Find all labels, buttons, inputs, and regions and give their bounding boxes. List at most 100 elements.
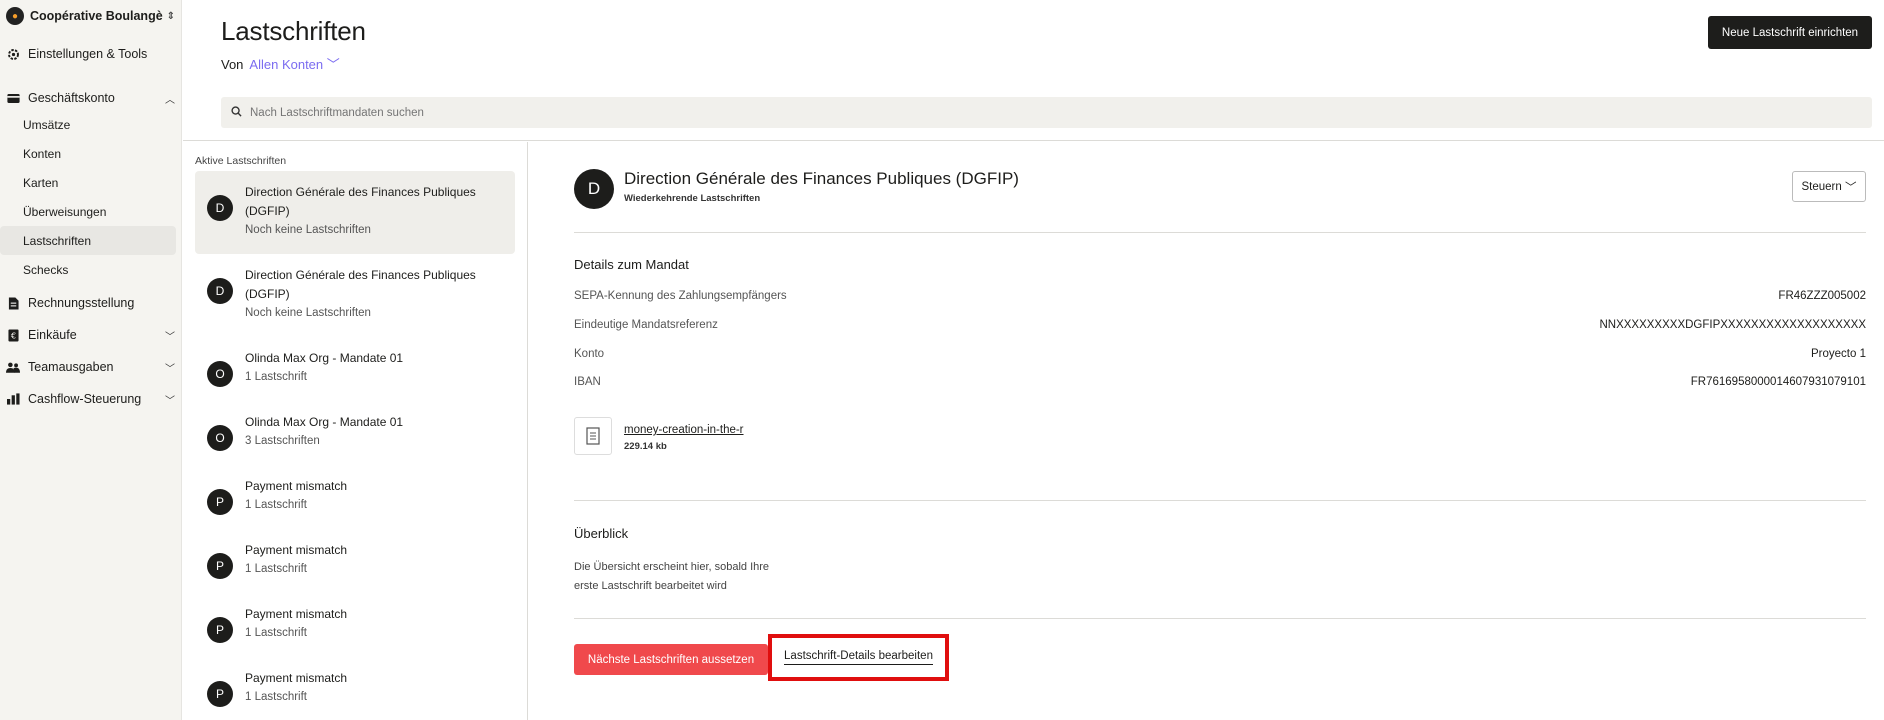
item-status: Noch keine Lastschriften xyxy=(245,224,371,236)
chevron-down-icon: ﹀ xyxy=(165,331,175,343)
detail-key: IBAN xyxy=(574,376,601,388)
avatar: O xyxy=(207,361,233,387)
item-status: Noch keine Lastschriften xyxy=(245,307,371,319)
avatar: D xyxy=(207,278,233,304)
org-name: Coopérative Boulangèr... xyxy=(30,9,163,23)
search-input[interactable] xyxy=(250,106,750,119)
sidebar-item-purchases[interactable]: € Einkäufe ﹀ xyxy=(0,319,181,351)
item-name: Payment mismatch xyxy=(245,479,348,493)
attachment-size: 229.14 kb xyxy=(624,441,667,452)
list-item[interactable]: D Direction Générale des Finances Publiq… xyxy=(195,171,515,254)
detail-key: Konto xyxy=(574,348,605,360)
sidebar-item-label: Einkäufe xyxy=(28,328,77,342)
detail-value: FR7616958000014607931079101 xyxy=(1690,376,1866,388)
from-label: Von xyxy=(221,57,244,72)
overview-title: Überblick xyxy=(574,526,629,541)
list-item[interactable]: O Olinda Max Org - Mandate 01 3 Lastschri… xyxy=(195,401,515,465)
divider xyxy=(574,232,1866,233)
account-filter-dropdown[interactable]: Allen Konten ﹀ xyxy=(249,57,339,72)
sidebar-item-direct-debits[interactable]: Lastschriften xyxy=(0,226,176,255)
highlight-box: Lastschrift-Details bearbeiten xyxy=(768,634,949,681)
divider xyxy=(574,500,1866,501)
file-icon[interactable] xyxy=(574,417,612,455)
item-name: Direction Générale des Finances Publique… xyxy=(245,185,476,218)
overview-text: Die Übersicht erscheint hier, sobald Ihr… xyxy=(574,561,770,592)
detail-row: IBAN FR7616958000014607931079101 xyxy=(574,376,1866,388)
document-icon xyxy=(6,296,20,310)
sidebar-item-settings[interactable]: Einstellungen & Tools xyxy=(0,42,181,66)
item-name: Payment mismatch xyxy=(245,607,348,621)
sidebar-item-cashflow[interactable]: Cashflow-Steuerung ﹀ xyxy=(0,383,181,415)
mandate-details-title: Details zum Mandat xyxy=(574,257,689,272)
sidebar-item-business[interactable]: Geschäftskonto ︿ xyxy=(0,86,181,110)
sidebar-item-accounts[interactable]: Konten xyxy=(0,139,181,168)
search-bar[interactable] xyxy=(221,97,1872,128)
sidebar-item-label: Teamausgaben xyxy=(28,360,114,374)
sidebar: ● Coopérative Boulangèr... ⇕ Einstellung… xyxy=(0,0,182,720)
org-switcher[interactable]: ● Coopérative Boulangèr... ⇕ xyxy=(0,0,181,32)
search-icon xyxy=(231,104,242,122)
item-status: 1 Lastschrift xyxy=(245,563,307,575)
list-item[interactable]: P Payment mismatch 1 Lastschrift xyxy=(195,657,515,720)
new-direct-debit-button[interactable]: Neue Lastschrift einrichten xyxy=(1708,16,1872,49)
avatar: P xyxy=(207,617,233,643)
card-icon xyxy=(6,91,20,105)
item-name: Direction Générale des Finances Publique… xyxy=(245,268,476,301)
chevron-updown-icon: ⇕ xyxy=(166,10,175,22)
account-filter-value: Allen Konten xyxy=(249,57,324,72)
pause-direct-debits-button[interactable]: Nächste Lastschriften aussetzen xyxy=(574,644,768,675)
avatar: P xyxy=(207,553,233,579)
list-item[interactable]: P Payment mismatch 1 Lastschrift xyxy=(195,465,515,529)
sidebar-item-transactions[interactable]: Umsätze xyxy=(0,110,181,139)
item-status: 1 Lastschrift xyxy=(245,691,307,703)
chevron-down-icon: ﹀ xyxy=(326,57,340,72)
list-item[interactable]: D Direction Générale des Finances Publiq… xyxy=(195,254,515,337)
avatar: P xyxy=(207,489,233,515)
avatar: D xyxy=(207,195,233,221)
item-name: Payment mismatch xyxy=(245,543,348,557)
detail-value: NNXXXXXXXXXDGFIPXXXXXXXXXXXXXXXXXXX xyxy=(1599,319,1866,331)
sidebar-item-label: Cashflow-Steuerung xyxy=(28,392,142,406)
bar-chart-icon xyxy=(6,392,20,406)
sidebar-item-invoicing[interactable]: Rechnungsstellung xyxy=(0,287,181,319)
org-logo-icon: ● xyxy=(6,7,24,25)
account-filter: Von Allen Konten ﹀ xyxy=(221,54,340,73)
avatar: O xyxy=(207,425,233,451)
svg-text:€: € xyxy=(10,330,15,340)
sidebar-item-label: Einstellungen & Tools xyxy=(28,47,148,61)
category-dropdown[interactable]: Steuern ﹀ xyxy=(1792,171,1866,202)
list-heading: Aktive Lastschriften xyxy=(195,155,287,167)
attachment-link[interactable]: money-creation-in-the-r xyxy=(624,424,744,436)
list-item[interactable]: P Payment mismatch 1 Lastschrift xyxy=(195,529,515,593)
detail-row: Eindeutige Mandatsreferenz NNXXXXXXXXXDGF… xyxy=(574,319,1866,331)
item-status: 1 Lastschrift xyxy=(245,499,307,511)
detail-row: SEPA-Kennung des Zahlungsempfängers FR46Z… xyxy=(574,290,1866,302)
edit-details-button[interactable]: Lastschrift-Details bearbeiten xyxy=(784,650,933,665)
sidebar-item-label: Geschäftskonto xyxy=(28,91,115,105)
chevron-down-icon: ﹀ xyxy=(1844,181,1857,194)
receipt-icon: € xyxy=(6,328,20,342)
item-status: 1 Lastschrift xyxy=(245,627,307,639)
mandate-list: Aktive Lastschriften D Direction Général… xyxy=(183,142,528,720)
item-status: 1 Lastschrift xyxy=(245,371,307,383)
sidebar-item-transfers[interactable]: Überweisungen xyxy=(0,197,181,226)
sidebar-item-checks[interactable]: Schecks xyxy=(0,255,181,284)
item-name: Olinda Max Org - Mandate 01 xyxy=(245,415,404,429)
detail-row: Konto Proyecto 1 xyxy=(574,348,1866,360)
detail-key: Eindeutige Mandatsreferenz xyxy=(574,319,718,331)
list-item[interactable]: P Payment mismatch 1 Lastschrift xyxy=(195,593,515,657)
page-header: Lastschriften Von Allen Konten ﹀ Neue Las… xyxy=(183,0,1884,141)
detail-key: SEPA-Kennung des Zahlungsempfängers xyxy=(574,290,787,302)
avatar: P xyxy=(207,681,233,707)
chevron-down-icon: ﹀ xyxy=(165,395,175,407)
detail-value: FR46ZZZ005002 xyxy=(1778,290,1866,302)
list-item[interactable]: O Olinda Max Org - Mandate 01 1 Lastschri… xyxy=(195,337,515,401)
sidebar-item-team-expenses[interactable]: Teamausgaben ﹀ xyxy=(0,351,181,383)
sidebar-item-label: Rechnungsstellung xyxy=(28,296,135,310)
team-icon xyxy=(6,360,20,374)
item-name: Payment mismatch xyxy=(245,671,348,685)
avatar: D xyxy=(574,169,614,209)
item-status: 3 Lastschriften xyxy=(245,435,320,447)
gear-icon xyxy=(6,47,20,61)
sidebar-item-cards[interactable]: Karten xyxy=(0,168,181,197)
